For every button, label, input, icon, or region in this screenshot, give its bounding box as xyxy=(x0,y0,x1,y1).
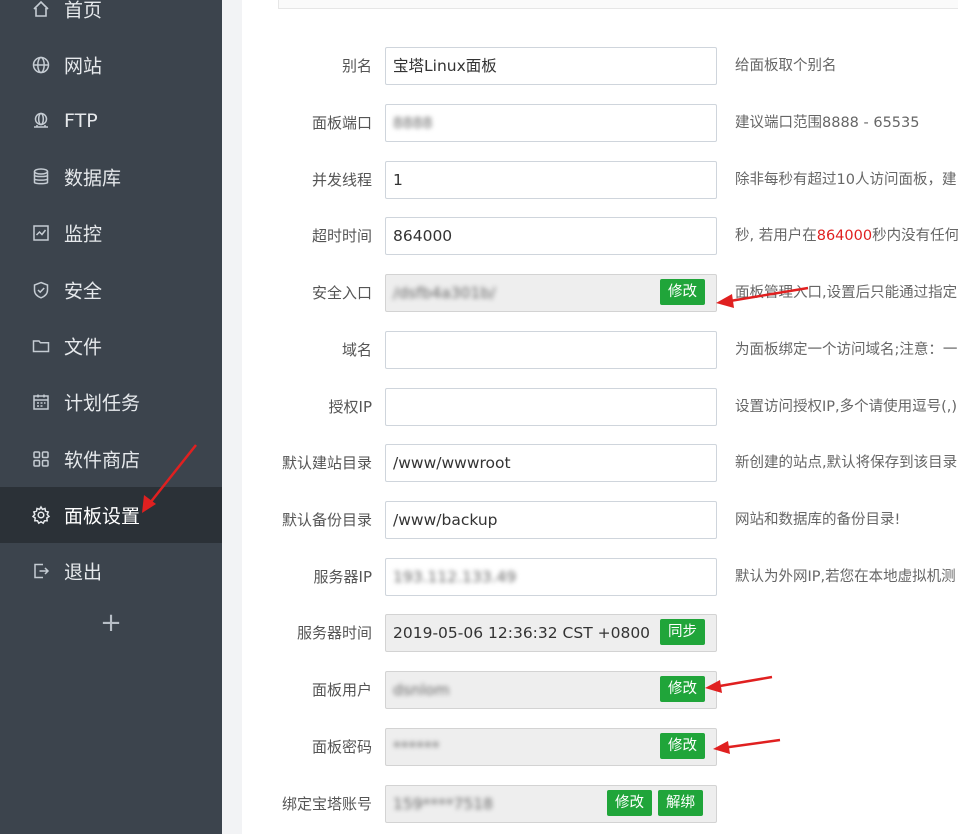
form-row-port: 面板端口 8888 建议端口范围8888 - 65535 xyxy=(242,104,958,142)
field-label: 服务器IP xyxy=(313,568,372,586)
alias-input[interactable]: 宝塔Linux面板 xyxy=(385,47,717,85)
form-row-sitedir: 默认建站目录 /www/wwwroot 新创建的站点,默认将保存到该目录 xyxy=(242,444,958,482)
field-hint: 设置访问授权IP,多个请使用逗号(,) xyxy=(735,399,958,415)
field-label: 别名 xyxy=(341,57,372,75)
field-label: 面板用户 xyxy=(311,681,372,699)
form-row-password: 面板密码 ****** 修改 xyxy=(242,728,958,766)
sidebar-item-label: 文件 xyxy=(64,336,103,359)
backup-dir-input[interactable]: /www/backup xyxy=(385,501,717,539)
timeout-input[interactable]: 864000 xyxy=(385,217,717,255)
field-label: 服务器时间 xyxy=(296,624,372,642)
gear-icon xyxy=(31,505,51,525)
authip-input[interactable] xyxy=(385,388,717,426)
sidebar-item-monitor[interactable]: 监控 xyxy=(0,205,222,261)
form-row-account: 绑定宝塔账号 159****7518 修改 解绑 xyxy=(242,785,958,823)
site-dir-input[interactable]: /www/wwwroot xyxy=(385,444,717,482)
sync-time-button[interactable]: 同步 xyxy=(660,619,705,645)
sidebar-item-files[interactable]: 文件 xyxy=(0,318,222,374)
sidebar-item-store[interactable]: 软件商店 xyxy=(0,431,222,487)
account-edit-button[interactable]: 修改 xyxy=(607,790,652,816)
form-row-serverip: 服务器IP 193.112.133.49 默认为外网IP,若您在本地虚拟机测 xyxy=(242,558,958,596)
grid-icon xyxy=(31,449,51,469)
sidebar-item-cron[interactable]: 计划任务 xyxy=(0,374,222,430)
form-row-entry: 安全入口 /dsfb4a301b/ 修改 面板管理入口,设置后只能通过指定 xyxy=(242,274,958,312)
field-label: 默认备份目录 xyxy=(281,511,372,529)
sidebar-item-label: 面板设置 xyxy=(64,505,141,528)
field-hint: 默认为外网IP,若您在本地虚拟机测 xyxy=(735,569,956,585)
server-ip-input[interactable]: 193.112.133.49 xyxy=(385,558,717,596)
sidebar-item-ftp[interactable]: FTP xyxy=(0,93,222,149)
globe-icon xyxy=(31,55,51,75)
field-label: 面板密码 xyxy=(311,738,372,756)
database-icon xyxy=(31,167,51,187)
sidebar-item-label: 软件商店 xyxy=(64,449,141,472)
password-edit-button[interactable]: 修改 xyxy=(660,733,705,759)
sidebar-item-site[interactable]: 网站 xyxy=(0,37,222,93)
sidebar-item-label: 数据库 xyxy=(64,167,122,190)
field-hint: 给面板取个别名 xyxy=(735,58,837,74)
content-gutter xyxy=(222,0,242,834)
sidebar: 首页 网站 FTP 数据库 监控 安全 文件 计划任务 软件商店 面板设置 退出… xyxy=(0,0,222,834)
field-label: 安全入口 xyxy=(311,284,372,302)
form-row-servertime: 服务器时间 2019-05-06 12:36:32 CST +0800 同步 xyxy=(242,614,958,652)
field-hint: 除非每秒有超过10人访问面板，建 xyxy=(735,172,957,188)
form-row-authip: 授权IP 设置访问授权IP,多个请使用逗号(,) xyxy=(242,388,958,426)
form-row-user: 面板用户 dsnlom 修改 xyxy=(242,671,958,709)
field-label: 默认建站目录 xyxy=(281,454,372,472)
sidebar-item-label: 首页 xyxy=(64,0,103,22)
field-hint: 新创建的站点,默认将保存到该目录 xyxy=(735,455,958,471)
field-label: 超时时间 xyxy=(311,227,372,245)
field-label: 授权IP xyxy=(328,398,372,416)
calendar-icon xyxy=(31,392,51,412)
threads-input[interactable]: 1 xyxy=(385,161,717,199)
sidebar-item-database[interactable]: 数据库 xyxy=(0,149,222,205)
monitor-icon xyxy=(31,223,51,243)
form-row-threads: 并发线程 1 除非每秒有超过10人访问面板，建 xyxy=(242,161,958,199)
field-hint: 建议端口范围8888 - 65535 xyxy=(735,115,920,131)
ftp-icon xyxy=(31,111,51,131)
field-label: 域名 xyxy=(341,341,372,359)
field-label: 绑定宝塔账号 xyxy=(281,795,372,813)
field-hint: 为面板绑定一个访问域名;注意：一 xyxy=(735,342,958,358)
field-label: 面板端口 xyxy=(311,114,372,132)
home-icon xyxy=(31,0,51,19)
form-row-timeout: 超时时间 864000 秒, 若用户在864000秒内没有任何 xyxy=(242,217,958,255)
sidebar-item-label: 监控 xyxy=(64,223,103,246)
folder-icon xyxy=(31,336,51,356)
sidebar-item-home[interactable]: 首页 xyxy=(0,0,222,37)
sidebar-item-label: FTP xyxy=(64,110,98,132)
port-input[interactable]: 8888 xyxy=(385,104,717,142)
sidebar-item-label: 安全 xyxy=(64,280,103,303)
entry-edit-button[interactable]: 修改 xyxy=(660,279,705,305)
sidebar-item-label: 计划任务 xyxy=(64,392,141,415)
domain-input[interactable] xyxy=(385,331,717,369)
top-panel-edge xyxy=(242,0,958,9)
logout-icon xyxy=(31,561,51,581)
add-menu-button[interactable]: + xyxy=(0,600,222,646)
sidebar-item-settings[interactable]: 面板设置 xyxy=(0,487,222,543)
field-hint: 秒, 若用户在864000秒内没有任何 xyxy=(735,228,958,244)
field-label: 并发线程 xyxy=(311,171,372,189)
form-row-backupdir: 默认备份目录 /www/backup 网站和数据库的备份目录! xyxy=(242,501,958,539)
field-hint: 网站和数据库的备份目录! xyxy=(735,512,901,528)
sidebar-item-security[interactable]: 安全 xyxy=(0,262,222,318)
field-hint: 面板管理入口,设置后只能通过指定 xyxy=(735,285,958,301)
form-row-domain: 域名 为面板绑定一个访问域名;注意：一 xyxy=(242,331,958,369)
sidebar-item-logout[interactable]: 退出 xyxy=(0,543,222,599)
sidebar-item-label: 网站 xyxy=(64,55,103,78)
user-edit-button[interactable]: 修改 xyxy=(660,676,705,702)
form-row-alias: 别名 宝塔Linux面板 给面板取个别名 xyxy=(242,47,958,85)
account-unbind-button[interactable]: 解绑 xyxy=(658,790,703,816)
shield-icon xyxy=(31,280,51,300)
sidebar-item-label: 退出 xyxy=(64,561,103,584)
